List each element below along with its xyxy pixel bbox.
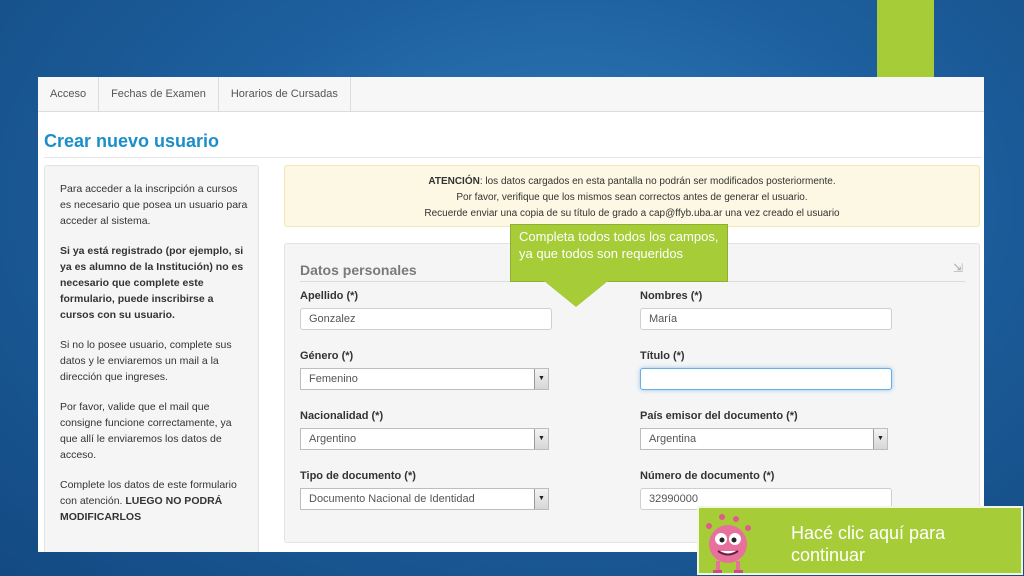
alert-line-1: ATENCIÓN: los datos cargados en esta pan… xyxy=(428,176,836,187)
genero-select-value: Femenino xyxy=(309,373,358,385)
monster-mascot-icon xyxy=(706,514,751,573)
sidebar-paragraph-4: Por favor, valide que el mail que consig… xyxy=(60,401,232,461)
nacionalidad-label: Nacionalidad (*) xyxy=(300,410,384,422)
chevron-down-icon[interactable]: ▼ xyxy=(534,489,548,509)
resize-icon: ⇲ xyxy=(952,261,963,275)
nacionalidad-select-value: Argentino xyxy=(309,433,357,445)
tipo-doc-select[interactable]: Documento Nacional de Identidad ▼ xyxy=(300,488,549,510)
alert-line-2: Por favor, verifique que los mismos sean… xyxy=(456,192,808,203)
personal-data-panel: Datos personales ⇲ Apellido (*) Nombres … xyxy=(284,243,980,543)
pais-select-value: Argentina xyxy=(649,433,697,445)
apellido-input[interactable] xyxy=(300,308,552,330)
chevron-down-icon[interactable]: ▼ xyxy=(873,429,887,449)
warning-alert: ATENCIÓN: los datos cargados en esta pan… xyxy=(284,165,980,227)
page-title: Crear nuevo usuario xyxy=(44,131,220,151)
apellido-label: Apellido (*) xyxy=(300,290,359,302)
chevron-down-icon[interactable]: ▼ xyxy=(534,369,548,389)
genero-label: Género (*) xyxy=(300,350,354,362)
sidebar-paragraph-2: Si ya está registrado (por ejemplo, si y… xyxy=(60,245,244,321)
alert-line-3: Recuerde enviar una copia de su título d… xyxy=(424,208,840,219)
sidebar-paragraph-1: Para acceder a la inscripción a cursos e… xyxy=(60,183,248,227)
tipo-doc-label: Tipo de documento (*) xyxy=(300,470,416,482)
section-legend: Datos personales xyxy=(300,262,417,278)
info-sidebar: Para acceder a la inscripción a cursos e… xyxy=(44,165,259,552)
nav-item-acceso[interactable]: Acceso xyxy=(38,77,100,111)
pais-label: País emisor del documento (*) xyxy=(640,410,798,422)
nombres-label: Nombres (*) xyxy=(640,290,703,302)
app-window: Acceso Fechas de Examen Horarios de Curs… xyxy=(38,77,984,552)
sidebar-paragraph-5: Complete los datos de este formulario co… xyxy=(60,479,237,523)
decorative-green-bar xyxy=(877,0,934,78)
nombres-input[interactable] xyxy=(640,308,892,330)
callout-pointer xyxy=(544,281,608,307)
genero-select[interactable]: Femenino ▼ xyxy=(300,368,549,390)
continue-button[interactable]: Hacé clic aquí para continuar xyxy=(697,506,1023,575)
chevron-down-icon[interactable]: ▼ xyxy=(534,429,548,449)
title-divider xyxy=(44,157,982,158)
titulo-label: Título (*) xyxy=(640,350,685,362)
sidebar-paragraph-3: Si no lo posee usuario, complete sus dat… xyxy=(60,339,232,383)
nacionalidad-select[interactable]: Argentino ▼ xyxy=(300,428,549,450)
nav-item-horarios-cursadas[interactable]: Horarios de Cursadas xyxy=(219,77,351,111)
tooltip-callout: Completa todos todos los campos, ya que … xyxy=(510,224,728,282)
top-nav: Acceso Fechas de Examen Horarios de Curs… xyxy=(38,77,984,112)
pais-select[interactable]: Argentina ▼ xyxy=(640,428,888,450)
continue-button-label: Hacé clic aquí para continuar xyxy=(791,523,946,565)
nav-item-fechas-examen[interactable]: Fechas de Examen xyxy=(99,77,219,111)
tipo-doc-select-value: Documento Nacional de Identidad xyxy=(309,493,475,505)
num-doc-label: Número de documento (*) xyxy=(640,470,775,482)
titulo-input[interactable] xyxy=(640,368,892,390)
